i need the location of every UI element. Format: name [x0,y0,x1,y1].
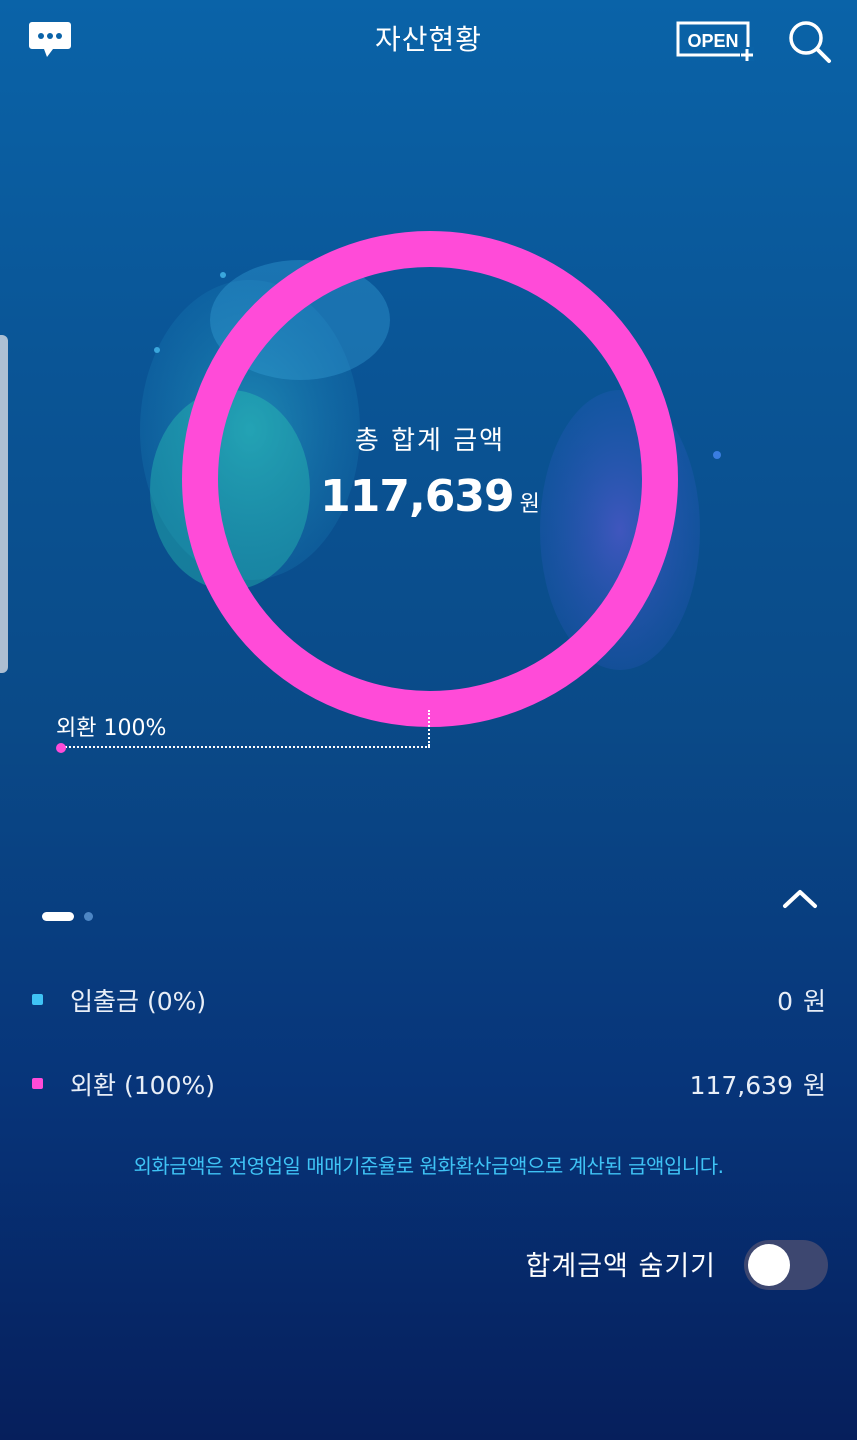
search-icon[interactable] [786,18,832,64]
list-item-foreign-exchange[interactable]: 외환 (100%) 117,639 원 [30,1064,826,1104]
page-indicator[interactable] [84,912,93,921]
legend-amount: 117,639 원 [689,1071,826,1100]
slice-callout-label: 외환 100% [56,716,167,741]
open-banking-button[interactable]: OPEN [676,20,754,62]
hide-total-toggle[interactable] [744,1240,828,1290]
callout-dot [56,743,66,753]
callout-connector [428,710,430,746]
chevron-up-icon[interactable] [780,884,820,914]
open-label: OPEN [687,31,738,51]
list-item-deposit[interactable]: 입출금 (0%) 0원 [30,980,826,1020]
legend-name: 외환 (100%) [70,1071,215,1100]
total-value: 117,639 원 [280,471,580,522]
legend-name: 입출금 (0%) [70,987,207,1016]
page-indicator-active[interactable] [42,912,74,921]
side-drawer-handle[interactable] [0,335,8,673]
total-unit: 원 [519,492,540,517]
total-label: 총 합계 금액 [354,426,506,456]
exchange-notice: 외화금액은 전영업일 매매기준율로 원화환산금액으로 계산된 금액입니다. [133,1154,724,1178]
hide-total-label: 합계금액 숨기기 [525,1251,716,1282]
legend-swatch [32,994,43,1005]
legend-amount: 0원 [777,987,826,1016]
callout-line [62,746,430,748]
toggle-knob [748,1244,790,1286]
total-amount: 117,639 [320,471,514,522]
ring-center: 총 합계 금액 117,639 원 [280,420,580,522]
legend-swatch [32,1078,43,1089]
